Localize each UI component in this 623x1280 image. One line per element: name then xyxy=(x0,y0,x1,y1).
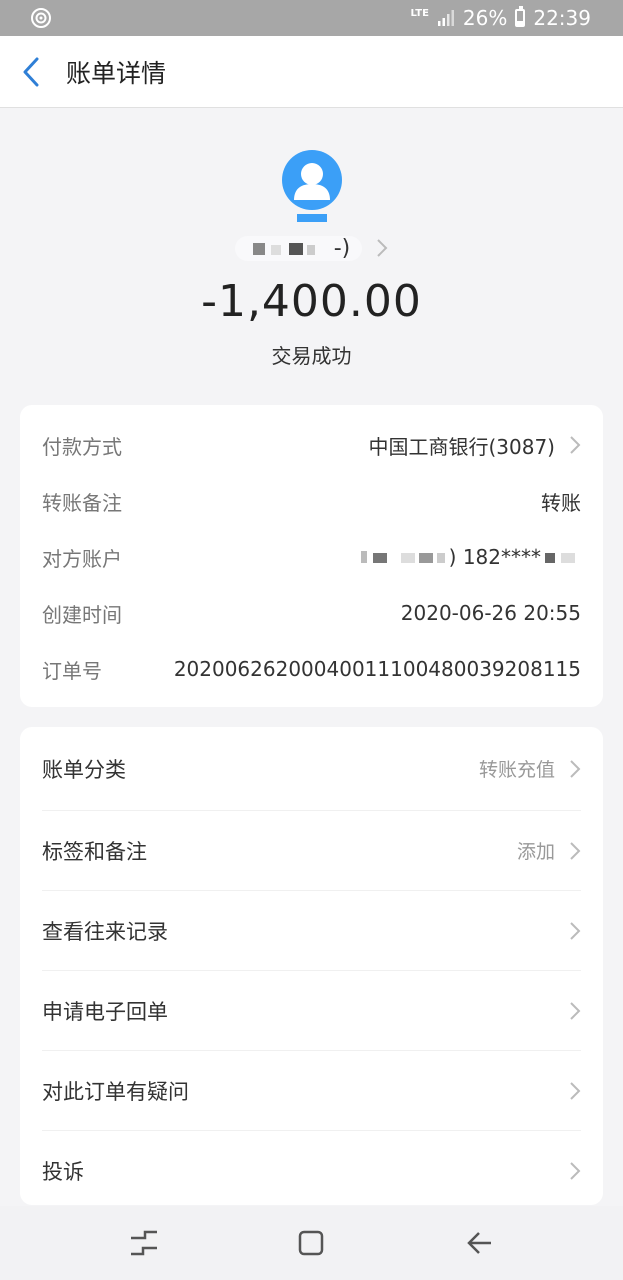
detail-row-remark: 转账备注 转账 xyxy=(42,473,581,529)
detail-value: 中国工商银行(3087) xyxy=(368,431,581,460)
notification-icon xyxy=(31,8,51,28)
status-right: LTE 26% 22:39 xyxy=(411,6,591,30)
detail-row-created-time: 创建时间 2020-06-26 20:55 xyxy=(42,585,581,641)
transaction-amount: -1,400.00 xyxy=(201,276,422,327)
avatar-underline xyxy=(296,214,327,222)
signal-icon xyxy=(437,10,454,26)
action-label: 标签和备注 xyxy=(42,839,147,864)
chevron-right-icon xyxy=(569,1001,581,1021)
recent-apps-button[interactable] xyxy=(119,1218,169,1268)
back-nav-icon xyxy=(467,1232,492,1254)
status-bar: LTE 26% 22:39 xyxy=(0,0,623,36)
user-icon xyxy=(293,163,330,200)
header: 账单详情 xyxy=(0,36,623,108)
action-right: 添加 xyxy=(517,837,581,864)
action-right xyxy=(555,921,581,941)
action-label: 投诉 xyxy=(42,1159,84,1184)
detail-value: 2020-06-26 20:55 xyxy=(400,601,581,625)
action-view-history[interactable]: 查看往来记录 xyxy=(42,891,581,971)
action-bill-category[interactable]: 账单分类 转账充值 xyxy=(42,727,581,811)
action-tags-notes[interactable]: 标签和备注 添加 xyxy=(42,811,581,891)
action-right xyxy=(555,1001,581,1021)
action-label: 对此订单有疑问 xyxy=(42,1079,189,1104)
chevron-right-icon xyxy=(569,841,581,861)
action-label: 查看往来记录 xyxy=(42,919,168,944)
detail-value: 转账 xyxy=(541,490,581,515)
payee-suffix: -) xyxy=(333,235,351,261)
detail-value: ) 182**** xyxy=(359,545,581,569)
detail-row-counterparty: 对方账户 ) 182**** xyxy=(42,529,581,585)
detail-label: 转账备注 xyxy=(42,490,122,515)
transaction-summary: -) -1,400.00 交易成功 xyxy=(0,150,623,369)
payee-avatar[interactable] xyxy=(281,150,342,210)
detail-label: 对方账户 xyxy=(42,546,122,571)
chevron-right-icon xyxy=(569,435,581,455)
counterparty-value: ) 182**** xyxy=(448,545,541,569)
action-right xyxy=(555,1161,581,1181)
status-left xyxy=(30,7,52,29)
action-order-question[interactable]: 对此订单有疑问 xyxy=(42,1051,581,1131)
action-right xyxy=(555,1081,581,1101)
detail-label: 创建时间 xyxy=(42,602,122,627)
actions-card: 账单分类 转账充值 标签和备注 添加 查看往来记录 申请电子回单 对此订单有疑问… xyxy=(20,727,603,1205)
action-label: 账单分类 xyxy=(42,757,126,782)
action-value: 添加 xyxy=(516,841,555,863)
action-right: 转账充值 xyxy=(479,755,581,782)
network-type: LTE xyxy=(410,8,429,19)
payee-chevron-icon xyxy=(376,238,388,258)
battery-icon xyxy=(515,6,526,27)
detail-value: 20200626200040011100480039208115 xyxy=(173,657,581,681)
redacted-icon xyxy=(545,553,575,563)
back-button[interactable] xyxy=(0,36,62,108)
battery-percent: 26% xyxy=(462,6,508,30)
back-arrow-icon xyxy=(23,57,39,86)
back-nav-button[interactable] xyxy=(454,1218,504,1268)
home-icon xyxy=(299,1230,324,1256)
transaction-status: 交易成功 xyxy=(271,344,352,368)
action-label: 申请电子回单 xyxy=(42,999,168,1024)
redacted-icon xyxy=(360,551,445,563)
payee-name: -) xyxy=(234,235,363,261)
payment-method-value: 中国工商银行(3087) xyxy=(368,434,555,459)
action-e-receipt[interactable]: 申请电子回单 xyxy=(42,971,581,1051)
system-nav-bar xyxy=(0,1206,623,1280)
recent-apps-icon xyxy=(130,1230,157,1256)
chevron-right-icon xyxy=(569,1161,581,1181)
details-card: 付款方式 中国工商银行(3087) 转账备注 转账 对方账户 ) 182**** xyxy=(20,405,603,707)
home-button[interactable] xyxy=(286,1218,336,1268)
clock: 22:39 xyxy=(533,6,591,30)
payee-row[interactable]: -) xyxy=(0,232,623,264)
detail-label: 付款方式 xyxy=(42,434,122,459)
chevron-right-icon xyxy=(569,759,581,779)
page-title: 账单详情 xyxy=(66,58,167,88)
action-value: 转账充值 xyxy=(478,759,555,781)
redacted-icon xyxy=(252,242,315,255)
action-complaint[interactable]: 投诉 xyxy=(42,1131,581,1210)
detail-row-payment-method[interactable]: 付款方式 中国工商银行(3087) xyxy=(42,417,581,473)
detail-label: 订单号 xyxy=(42,658,102,683)
chevron-right-icon xyxy=(569,1081,581,1101)
chevron-right-icon xyxy=(569,921,581,941)
detail-row-order-number: 订单号 20200626200040011100480039208115 xyxy=(42,641,581,697)
